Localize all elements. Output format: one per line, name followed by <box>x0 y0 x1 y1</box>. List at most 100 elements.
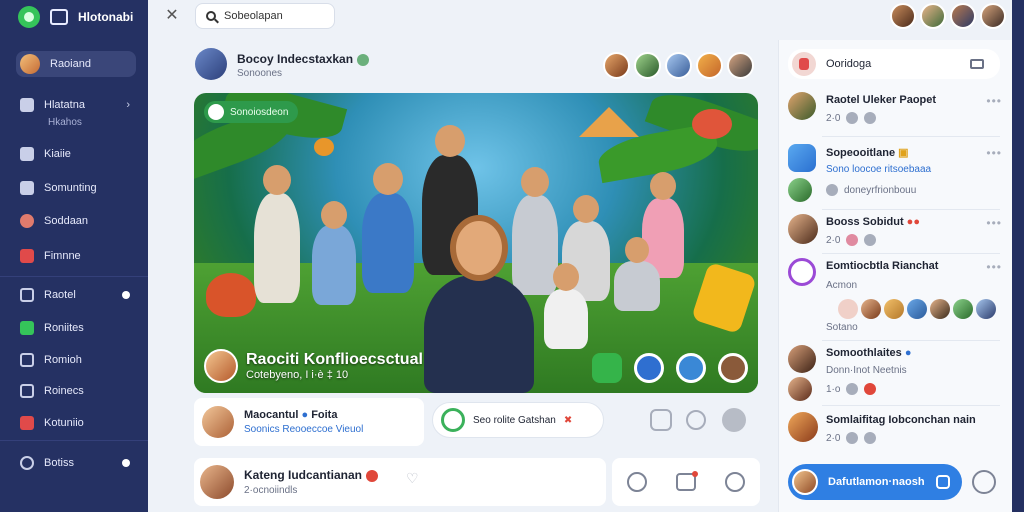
caption-title: Raociti Konflioecsctual <box>246 351 423 368</box>
chat-icon <box>20 321 34 335</box>
list-item-meta: Donn·Inot Neetnis <box>826 365 907 376</box>
avatar <box>788 92 816 120</box>
avatar[interactable] <box>920 3 946 29</box>
child-figure <box>614 237 660 311</box>
list-item[interactable]: Booss Sobidut ●● ••• 2·0 <box>788 214 1008 254</box>
sidebar-item-11[interactable]: Botiss <box>16 450 136 476</box>
avatar[interactable] <box>907 299 927 319</box>
join-button[interactable]: Dafutlamon·naosh <box>788 464 962 500</box>
sidebar-item-label: Roniites <box>44 322 84 334</box>
list-item[interactable]: Sopeooitlane ▣ ••• Sono loocoe ritsoebaa… <box>788 144 1008 208</box>
avatar[interactable] <box>696 52 723 79</box>
search-input[interactable]: Sobeolapan <box>195 3 335 29</box>
compass-icon[interactable] <box>725 472 746 492</box>
close-icon[interactable]: ✕ <box>164 8 180 24</box>
sidebar-item-7[interactable]: Roniites <box>16 315 136 341</box>
sidebar-item-label: Kiaiie <box>44 148 71 160</box>
list-item[interactable]: Somlaifitag Iobconchan nain 2·0 <box>788 412 1008 452</box>
sidebar-item-label: Romioh <box>44 354 82 366</box>
sidebar-item-10[interactable]: Kotuniio <box>16 410 136 436</box>
divider <box>822 253 1000 254</box>
avatar <box>788 412 818 442</box>
window-icon <box>50 9 68 25</box>
sidebar-item-4[interactable]: Soddaan <box>16 208 136 234</box>
avatar[interactable] <box>861 299 881 319</box>
groups-header[interactable]: Ooridoga <box>788 49 1000 79</box>
help-icon[interactable] <box>972 470 996 494</box>
pill-text: Seo rolite Gatshan <box>473 414 556 426</box>
like-icon[interactable] <box>626 472 647 492</box>
search-icon <box>206 11 216 21</box>
tools-icon <box>20 416 34 430</box>
sidebar-profile-label: Raoiand <box>50 58 91 70</box>
reaction-icon <box>366 469 379 482</box>
avatar[interactable] <box>950 3 976 29</box>
avatar[interactable] <box>890 3 916 29</box>
more-icon[interactable]: ••• <box>986 260 1002 274</box>
chevron-right-icon: › <box>126 99 130 111</box>
avatar[interactable] <box>980 3 1006 29</box>
list-item[interactable]: Eomtiocbtla Rianchat ••• Acmon Sotano <box>788 258 1008 338</box>
sidebar-item-9[interactable]: Roinecs <box>16 378 136 404</box>
image-icon <box>20 384 34 398</box>
sidebar-profile[interactable]: Raoiand <box>16 51 136 77</box>
reaction-pill[interactable]: Seo rolite Gatshan ✖ <box>432 402 604 438</box>
avatar[interactable] <box>722 408 746 432</box>
more-icon[interactable]: ••• <box>986 94 1002 108</box>
message-icon[interactable] <box>675 471 698 491</box>
post-image[interactable]: Sonoiosdeon Raociti Konflioecsctual Cote… <box>194 93 758 393</box>
person-card[interactable]: Maocantul ● Foita Soonics Reooeccoe Vieu… <box>194 398 424 446</box>
sidebar-item-1[interactable]: Hlatatna › <box>16 92 136 118</box>
heart-icon[interactable] <box>686 410 706 430</box>
post-badge[interactable]: Sonoiosdeon <box>204 101 299 123</box>
avatar[interactable] <box>204 349 238 383</box>
people-icon <box>20 214 34 228</box>
profile-icon[interactable] <box>718 353 748 383</box>
join-label: Dafutlamon·naosh <box>828 476 925 488</box>
sidebar: Hlotonabi Raoiand Hlatatna › Hkahos Kiai… <box>0 0 148 512</box>
bird-icon[interactable] <box>676 353 706 383</box>
share-icon[interactable] <box>634 353 664 383</box>
brand[interactable]: Hlotonabi <box>18 6 133 28</box>
avatar <box>792 469 818 495</box>
avatar[interactable] <box>930 299 950 319</box>
clock-icon <box>20 456 34 470</box>
sidebar-item-5[interactable]: Fimnne <box>16 243 136 269</box>
avatar <box>202 406 234 438</box>
list-item[interactable]: Raotel Uleker Paopet ••• 2·0 <box>788 92 1008 132</box>
avatar[interactable] <box>634 52 661 79</box>
comment-row[interactable]: Kateng Iudcantianan 2·ocnoiindls <box>194 458 606 506</box>
sidebar-item-6[interactable]: Raotel <box>16 282 136 308</box>
avatar[interactable] <box>603 52 630 79</box>
image-caption: Raociti Konflioecsctual Cotebyeno, I i·è… <box>204 349 423 383</box>
folder-icon <box>20 181 34 195</box>
avatar[interactable] <box>884 299 904 319</box>
avatar[interactable] <box>195 48 227 80</box>
child-figure <box>312 201 356 305</box>
menu-icon[interactable] <box>970 59 984 69</box>
bookmark-icon[interactable] <box>650 409 672 431</box>
avatar[interactable] <box>976 299 996 319</box>
sidebar-divider <box>0 440 148 441</box>
list-item-meta: 2·0 <box>826 432 877 444</box>
notification-dot <box>691 471 698 477</box>
groups-icon <box>792 52 816 76</box>
avatar[interactable] <box>665 52 692 79</box>
list-item[interactable]: Somoothlaites ● Donn·Inot Neetnis 1·o <box>788 345 1008 405</box>
chat-icon[interactable] <box>592 353 622 383</box>
sidebar-item-3[interactable]: Somunting <box>16 175 136 201</box>
sidebar-item-8[interactable]: Romioh <box>16 347 136 373</box>
action-bar <box>612 458 760 506</box>
post-author[interactable]: Bocoy Indecstaxkan <box>237 52 370 66</box>
avatar <box>788 258 816 286</box>
sidebar-item-2[interactable]: Kiaiie <box>16 141 136 167</box>
avatar[interactable] <box>953 299 973 319</box>
avatar <box>788 214 818 244</box>
heart-icon[interactable]: ♡ <box>406 470 419 487</box>
copy-icon <box>936 475 950 489</box>
avatar[interactable] <box>838 299 858 319</box>
divider <box>822 136 1000 137</box>
more-icon[interactable]: ••• <box>986 216 1002 230</box>
more-icon[interactable]: ••• <box>986 146 1002 160</box>
avatar[interactable] <box>727 52 754 79</box>
